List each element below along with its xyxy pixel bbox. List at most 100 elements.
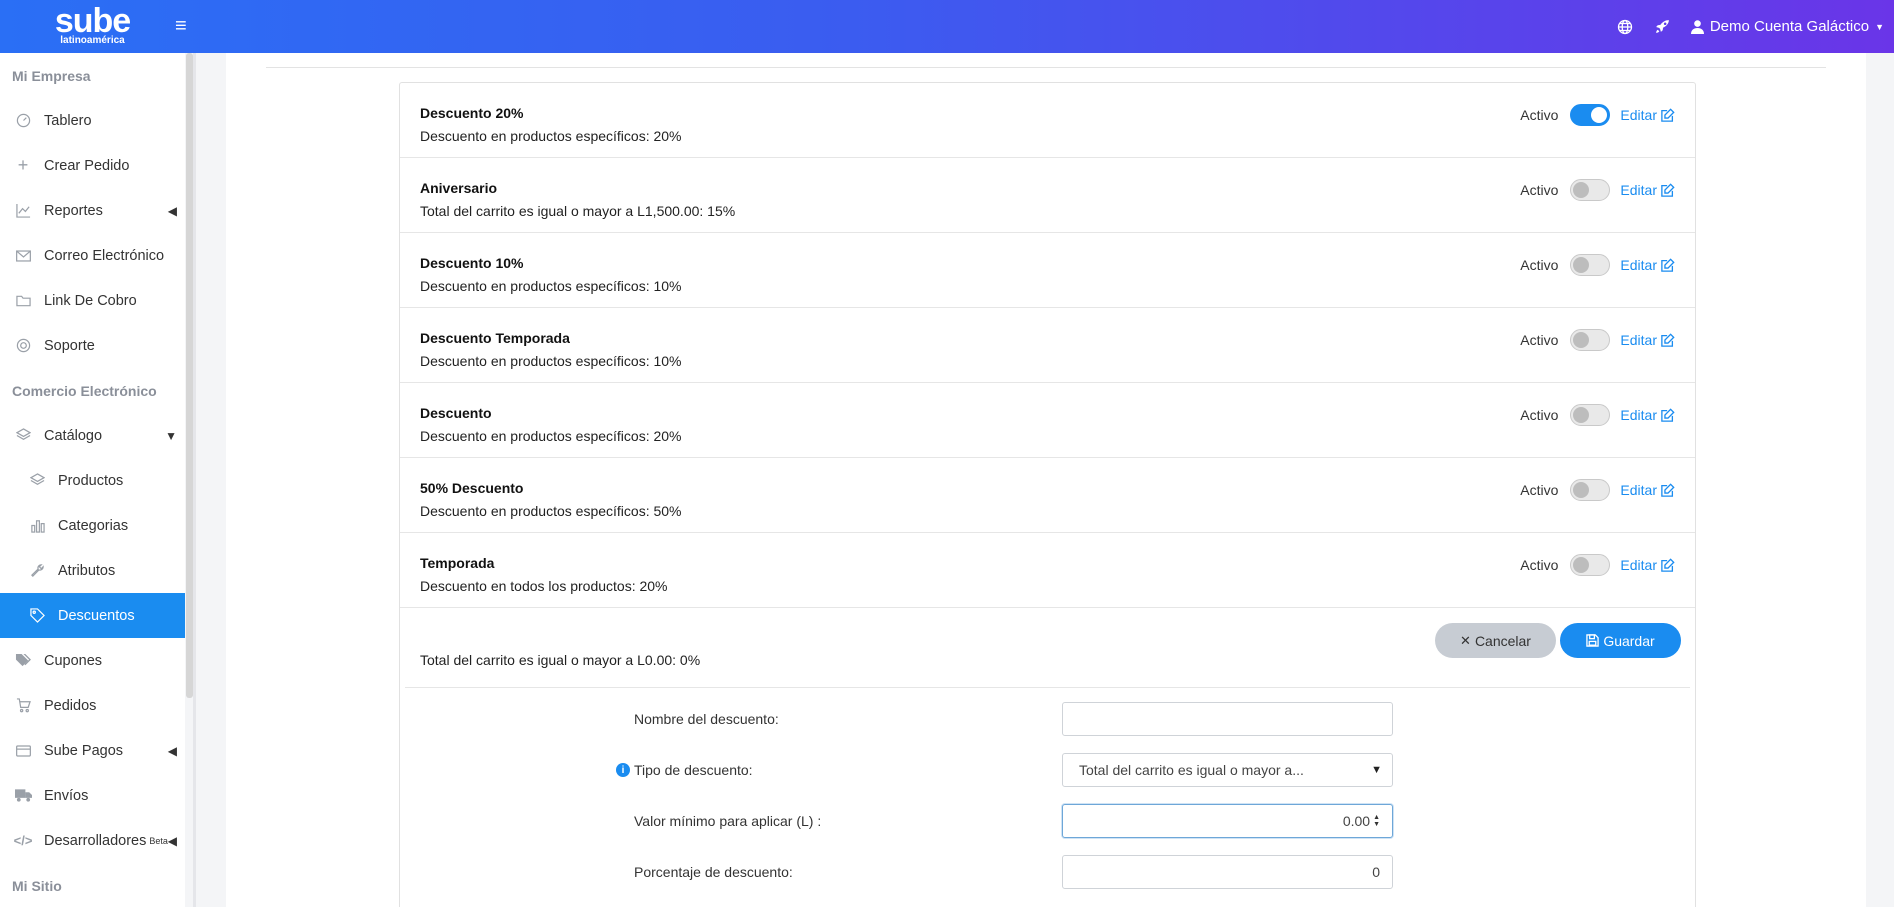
sidebar-item-soporte[interactable]: Soporte (0, 323, 185, 368)
discount-title: Temporada (420, 555, 495, 571)
sidebar-scrollbar[interactable] (186, 53, 193, 698)
active-toggle[interactable] (1570, 479, 1611, 501)
sidebar-section-mi-sitio: Mi Sitio (12, 877, 62, 894)
active-toggle[interactable] (1570, 404, 1611, 426)
globe-icon[interactable] (1615, 17, 1635, 37)
discount-row: 50% Descuento Descuento en productos espe… (400, 458, 1695, 533)
edit-link[interactable]: Editar (1620, 332, 1675, 348)
panel-divider (266, 67, 1826, 68)
tags-icon (14, 652, 32, 670)
cancel-button[interactable]: ✕ Cancelar (1435, 623, 1556, 658)
sidebar-item-label: Cupones (44, 652, 103, 669)
discount-row: Descuento 10% Descuento en productos espe… (400, 233, 1695, 308)
folder-icon (14, 292, 32, 310)
discount-description: Descuento en todos los productos: 20% (420, 578, 668, 594)
toggle-knob (1573, 482, 1590, 498)
status-label: Activo (1520, 182, 1559, 198)
sidebar-item-reportes[interactable]: Reportes ◀ (0, 188, 185, 233)
save-label: Guardar (1603, 632, 1655, 649)
discount-description: Descuento en productos específicos: 10% (420, 353, 682, 369)
sidebar-item-link-de-cobro[interactable]: Link De Cobro (0, 278, 185, 323)
discount-type-select[interactable]: Total del carrito es igual o mayor a... … (1062, 753, 1393, 787)
edit-link[interactable]: Editar (1620, 257, 1675, 273)
edit-label: Editar (1620, 182, 1657, 198)
code-icon: </> (13, 833, 33, 848)
sidebar-item-label: Descuentos (58, 607, 135, 624)
sidebar-item-label: Categorias (58, 517, 129, 534)
edit-icon (1661, 408, 1675, 422)
sidebar-item-catalogo[interactable]: Catálogo ▼ (0, 413, 185, 458)
user-menu[interactable]: Demo Cuenta Galáctico ▼ (1690, 18, 1884, 35)
sidebar-item-correo[interactable]: Correo Electrónico (0, 233, 185, 278)
sidebar-item-atributos[interactable]: Atributos (0, 548, 185, 593)
brand-tagline: latinoamérica (60, 35, 125, 46)
status-label: Activo (1520, 332, 1559, 348)
chevron-left-icon: ◀ (167, 743, 177, 758)
percent-input[interactable]: 0 (1062, 855, 1393, 889)
user-icon (1690, 19, 1704, 34)
status-label: Activo (1520, 557, 1559, 573)
sidebar-item-categorias[interactable]: Categorias (0, 503, 185, 548)
sidebar-item-productos[interactable]: Productos (0, 458, 185, 503)
percent-value: 0 (1372, 864, 1380, 880)
sidebar-item-sube-pagos[interactable]: Sube Pagos ◀ (0, 728, 185, 773)
sidebar-item-cupones[interactable]: Cupones (0, 638, 185, 683)
type-label: Tipo de descuento: (634, 762, 753, 778)
close-icon: ✕ (1460, 632, 1471, 648)
edit-link[interactable]: Editar (1620, 182, 1675, 198)
min-value-input[interactable]: 0.00 ▲ ▼ (1062, 804, 1393, 838)
edit-label: Editar (1620, 107, 1657, 123)
user-name: Demo Cuenta Galáctico (1709, 18, 1870, 35)
edit-icon (1661, 183, 1675, 197)
discount-row: Descuento 20% Descuento en productos espe… (400, 83, 1695, 158)
sidebar-item-descuentos[interactable]: Descuentos (0, 593, 185, 638)
active-toggle[interactable] (1570, 554, 1611, 576)
discount-row: Aniversario Total del carrito es igual o … (400, 158, 1695, 233)
form-row-name: Nombre del descuento: (400, 702, 1697, 736)
edit-icon (1661, 333, 1675, 347)
sidebar-item-crear-pedido[interactable]: + Crear Pedido (0, 143, 185, 188)
sidebar-item-envios[interactable]: Envíos (0, 773, 185, 818)
active-toggle[interactable] (1570, 179, 1611, 201)
edit-link[interactable]: Editar (1620, 557, 1675, 573)
save-button[interactable]: Guardar (1560, 623, 1681, 658)
brand-logo[interactable]: sube latinoamérica (0, 2, 185, 46)
sidebar-item-tablero[interactable]: Tablero (0, 98, 185, 143)
discount-description: Descuento en productos específicos: 50% (420, 503, 682, 519)
sidebar-item-label: Atributos (58, 562, 116, 579)
chevron-down-icon: ▼ (1371, 764, 1382, 776)
info-icon[interactable]: i (616, 763, 630, 777)
edit-link[interactable]: Editar (1620, 407, 1675, 423)
chevron-left-icon: ◀ (167, 203, 177, 218)
discount-description: Total del carrito es igual o mayor a L1,… (420, 203, 736, 219)
discount-title: 50% Descuento (420, 480, 524, 496)
discount-actions: Activo Editar (1520, 479, 1675, 501)
edit-link[interactable]: Editar (1620, 107, 1675, 123)
sidebar-item-pedidos[interactable]: Pedidos (0, 683, 185, 728)
sidebar: Mi Empresa Tablero + Crear Pedido Report… (0, 53, 185, 907)
number-spinner-icon[interactable]: ▲ ▼ (1373, 814, 1380, 828)
discount-description: Descuento en productos específicos: 20% (420, 428, 682, 444)
beta-badge: Beta (149, 835, 168, 846)
active-toggle[interactable] (1570, 104, 1611, 126)
menu-toggle-icon[interactable]: ≡ (175, 15, 187, 38)
name-label: Nombre del descuento: (634, 711, 779, 727)
rocket-icon[interactable] (1653, 17, 1673, 37)
sidebar-item-label: Reportes (44, 202, 103, 219)
status-label: Activo (1520, 107, 1559, 123)
sidebar-section-comercio: Comercio Electrónico (12, 382, 157, 399)
brand-name: sube (54, 2, 131, 40)
content-panel: Descuento 20% Descuento en productos espe… (226, 53, 1866, 907)
active-toggle[interactable] (1570, 329, 1611, 351)
sidebar-item-desarrolladores[interactable]: </> Desarrolladores Beta ◀ (0, 818, 185, 863)
discount-summary: Total del carrito es igual o mayor a L0.… (420, 652, 701, 668)
edit-link[interactable]: Editar (1620, 482, 1675, 498)
active-toggle[interactable] (1570, 254, 1611, 276)
discount-name-input[interactable] (1062, 702, 1393, 736)
discount-list: Descuento 20% Descuento en productos espe… (400, 83, 1695, 608)
edit-label: Editar (1620, 482, 1657, 498)
chevron-down-icon: ▼ (165, 428, 177, 443)
edit-icon (1661, 558, 1675, 572)
edit-icon (1661, 258, 1675, 272)
sidebar-item-label: Envíos (44, 787, 89, 804)
